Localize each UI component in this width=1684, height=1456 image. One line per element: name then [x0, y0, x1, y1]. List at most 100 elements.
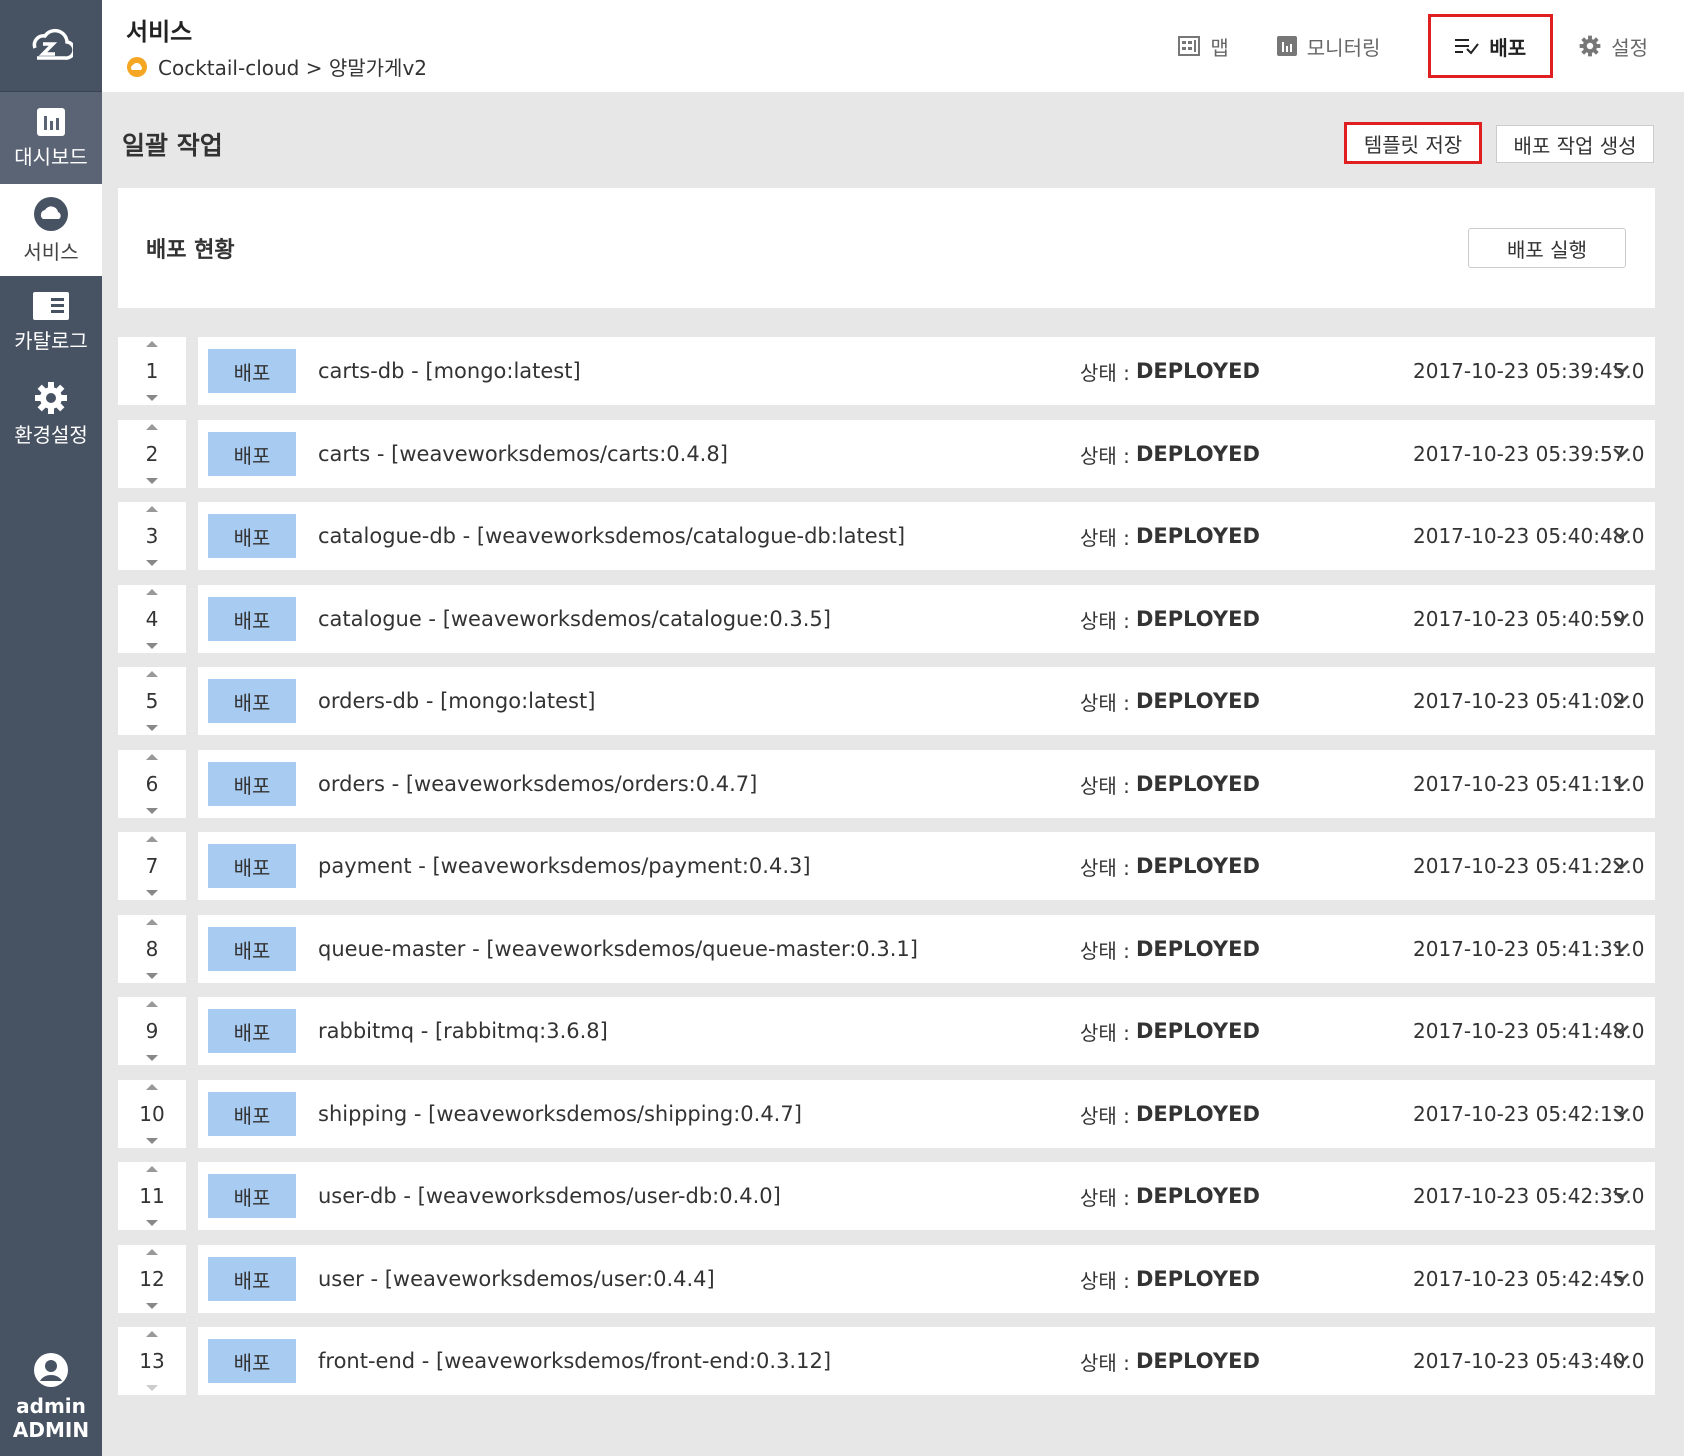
- deploy-timestamp: 2017-10-23 05:42:13.0: [1413, 1102, 1645, 1126]
- deploy-status-card: 배포 현황 배포 실행: [118, 188, 1655, 308]
- move-down-icon[interactable]: [146, 1220, 158, 1226]
- app-logo[interactable]: [0, 0, 102, 92]
- move-down-icon[interactable]: [146, 1055, 158, 1061]
- move-up-icon[interactable]: [146, 424, 158, 430]
- deploy-job-card[interactable]: 배포 front-end - [weaveworksdemos/front-end…: [198, 1327, 1655, 1395]
- breadcrumb-text[interactable]: Cocktail-cloud > 양말가게v2: [158, 52, 427, 81]
- order-number: 12: [139, 1267, 165, 1291]
- move-up-icon[interactable]: [146, 836, 158, 842]
- move-up-icon[interactable]: [146, 1249, 158, 1255]
- breadcrumb: Cocktail-cloud > 양말가게v2: [126, 52, 427, 81]
- service-name: queue-master - [weaveworksdemos/queue-ma…: [318, 937, 918, 961]
- service-name: carts-db - [mongo:latest]: [318, 359, 581, 383]
- move-down-icon[interactable]: [146, 560, 158, 566]
- sidebar-item-catalog[interactable]: 카탈로그: [0, 276, 102, 368]
- deploy-job-card[interactable]: 배포 orders-db - [mongo:latest] 상태 : DEPLOYED…: [198, 667, 1655, 735]
- state-value: DEPLOYED: [1136, 442, 1260, 466]
- chevron-down-icon[interactable]: [1611, 1349, 1631, 1369]
- chevron-down-icon[interactable]: [1611, 524, 1631, 544]
- chevron-down-icon[interactable]: [1611, 1267, 1631, 1287]
- deploy-job-card[interactable]: 배포 carts-db - [mongo:latest] 상태 : DEPLOYED 2…: [198, 337, 1655, 405]
- order-control: 3: [118, 502, 186, 570]
- move-down-icon[interactable]: [146, 725, 158, 731]
- move-up-icon[interactable]: [146, 671, 158, 677]
- order-control: 1: [118, 337, 186, 405]
- move-down-icon[interactable]: [146, 973, 158, 979]
- move-down-icon[interactable]: [146, 890, 158, 896]
- chevron-down-icon[interactable]: [1611, 607, 1631, 627]
- deploy-job-row: 1 배포 carts-db - [mongo:latest] 상태 : DEPLOYED…: [118, 337, 1655, 405]
- user-avatar-icon: [34, 1353, 68, 1387]
- user-menu[interactable]: admin ADMIN: [0, 1352, 102, 1442]
- move-up-icon[interactable]: [146, 506, 158, 512]
- order-number: 2: [145, 442, 159, 466]
- tab-map[interactable]: 맵: [1178, 14, 1229, 78]
- move-down-icon[interactable]: [146, 808, 158, 814]
- top-nav: 맵 모니터링 배포 설정: [1178, 0, 1684, 92]
- deploy-job-row: 9 배포 rabbitmq - [rabbitmq:3.6.8] 상태 : DEPLOY…: [118, 997, 1655, 1065]
- chevron-down-icon[interactable]: [1611, 854, 1631, 874]
- move-down-icon[interactable]: [146, 1385, 158, 1391]
- tab-deploy[interactable]: 배포: [1428, 14, 1554, 78]
- tab-settings[interactable]: 설정: [1579, 14, 1648, 78]
- move-up-icon[interactable]: [146, 1001, 158, 1007]
- move-down-icon[interactable]: [146, 643, 158, 649]
- deploy-badge: 배포: [208, 1009, 296, 1053]
- move-up-icon[interactable]: [146, 1166, 158, 1172]
- state-value: DEPLOYED: [1136, 1184, 1260, 1208]
- deploy-job-card[interactable]: 배포 user-db - [weaveworksdemos/user-db:0.4…: [198, 1162, 1655, 1230]
- sidebar-item-service[interactable]: 서비스: [0, 184, 102, 276]
- move-down-icon[interactable]: [146, 395, 158, 401]
- service-name: user - [weaveworksdemos/user:0.4.4]: [318, 1267, 715, 1291]
- order-number: 9: [145, 1019, 159, 1043]
- move-up-icon[interactable]: [146, 589, 158, 595]
- move-up-icon[interactable]: [146, 1331, 158, 1337]
- chevron-down-icon[interactable]: [1611, 1102, 1631, 1122]
- deploy-job-row: 11 배포 user-db - [weaveworksdemos/user-db:0…: [118, 1162, 1655, 1230]
- chevron-down-icon[interactable]: [1611, 359, 1631, 379]
- chevron-down-icon[interactable]: [1611, 772, 1631, 792]
- deploy-job-card[interactable]: 배포 carts - [weaveworksdemos/carts:0.4.8] 상…: [198, 420, 1655, 488]
- state-value: DEPLOYED: [1136, 937, 1260, 961]
- deploy-job-card[interactable]: 배포 catalogue - [weaveworksdemos/catalogue…: [198, 585, 1655, 653]
- tab-label: 맵: [1210, 35, 1229, 60]
- user-name: admin: [16, 1394, 86, 1418]
- sidebar-item-dashboard[interactable]: 대시보드: [0, 92, 102, 184]
- order-control: 11: [118, 1162, 186, 1230]
- chevron-down-icon[interactable]: [1611, 1019, 1631, 1039]
- deploy-job-card[interactable]: 배포 rabbitmq - [rabbitmq:3.6.8] 상태 : DEPLOYE…: [198, 997, 1655, 1065]
- deploy-job-card[interactable]: 배포 orders - [weaveworksdemos/orders:0.4.7…: [198, 750, 1655, 818]
- state-label: 상태 :: [1080, 443, 1130, 468]
- move-up-icon[interactable]: [146, 341, 158, 347]
- order-control: 7: [118, 832, 186, 900]
- deploy-badge: 배포: [208, 432, 296, 476]
- tab-label: 배포: [1489, 35, 1527, 60]
- move-up-icon[interactable]: [146, 919, 158, 925]
- sidebar-item-label: 대시보드: [14, 144, 88, 169]
- deploy-job-card[interactable]: 배포 queue-master - [weaveworksdemos/queue-…: [198, 915, 1655, 983]
- order-control: 13: [118, 1327, 186, 1395]
- state-label: 상태 :: [1080, 1268, 1130, 1293]
- deploy-job-card[interactable]: 배포 shipping - [weaveworksdemos/shipping:0…: [198, 1080, 1655, 1148]
- service-name: payment - [weaveworksdemos/payment:0.4.3…: [318, 854, 811, 878]
- deploy-job-card[interactable]: 배포 user - [weaveworksdemos/user:0.4.4] 상태 …: [198, 1245, 1655, 1313]
- move-down-icon[interactable]: [146, 478, 158, 484]
- move-up-icon[interactable]: [146, 1084, 158, 1090]
- template-save-button[interactable]: 템플릿 저장: [1344, 122, 1482, 164]
- run-deploy-button[interactable]: 배포 실행: [1468, 228, 1626, 268]
- move-down-icon[interactable]: [146, 1303, 158, 1309]
- move-up-icon[interactable]: [146, 754, 158, 760]
- chevron-down-icon[interactable]: [1611, 442, 1631, 462]
- deploy-timestamp: 2017-10-23 05:42:35.0: [1413, 1184, 1645, 1208]
- service-name: shipping - [weaveworksdemos/shipping:0.4…: [318, 1102, 802, 1126]
- sidebar-item-settings[interactable]: 환경설정: [0, 368, 102, 460]
- tab-monitoring[interactable]: 모니터링: [1276, 14, 1380, 78]
- deploy-badge: 배포: [208, 349, 296, 393]
- chevron-down-icon[interactable]: [1611, 689, 1631, 709]
- chevron-down-icon[interactable]: [1611, 937, 1631, 957]
- deploy-job-card[interactable]: 배포 payment - [weaveworksdemos/payment:0.4…: [198, 832, 1655, 900]
- deploy-job-card[interactable]: 배포 catalogue-db - [weaveworksdemos/catalo…: [198, 502, 1655, 570]
- chevron-down-icon[interactable]: [1611, 1184, 1631, 1204]
- move-down-icon[interactable]: [146, 1138, 158, 1144]
- create-deploy-job-button[interactable]: 배포 작업 생성: [1496, 125, 1654, 163]
